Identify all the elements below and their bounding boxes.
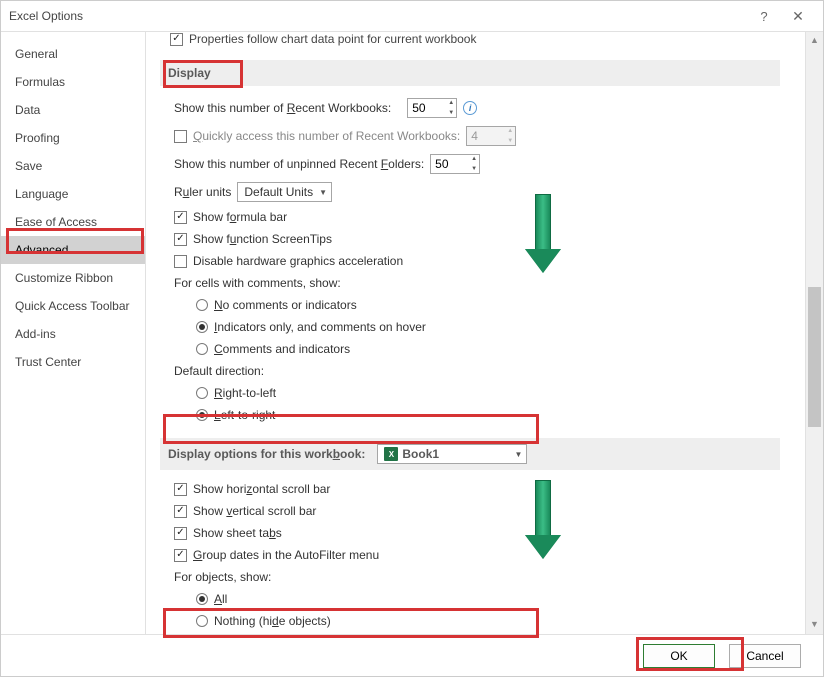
sidebar-item-save[interactable]: Save xyxy=(1,152,145,180)
label-group-dates: Group dates in the AutoFilter menu xyxy=(193,548,379,562)
checkbox-h-scroll[interactable] xyxy=(174,483,187,496)
spinner-recent-workbooks[interactable]: ▲▼ xyxy=(407,98,457,118)
section-display-header: Display xyxy=(160,60,780,86)
spinner-quick-access: ▲▼ xyxy=(466,126,516,146)
label-objects-all: All xyxy=(214,592,227,606)
window-title: Excel Options xyxy=(9,9,747,23)
input-unpinned-folders[interactable] xyxy=(431,157,469,171)
dropdown-workbook[interactable]: X Book1 ▼ xyxy=(377,444,527,464)
spin-down-icon[interactable]: ▼ xyxy=(471,166,477,172)
titlebar: Excel Options ? ✕ xyxy=(1,1,823,31)
checkbox-formula-bar[interactable] xyxy=(174,211,187,224)
label-rtl: Right-to-left xyxy=(214,386,276,400)
label-chart-properties: Properties follow chart data point for c… xyxy=(189,32,476,46)
checkbox-disable-hardware[interactable] xyxy=(174,255,187,268)
scroll-thumb[interactable] xyxy=(808,287,821,427)
radio-ltr[interactable] xyxy=(196,409,208,421)
ok-button[interactable]: OK xyxy=(643,644,715,668)
label-direction-heading: Default direction: xyxy=(174,364,264,378)
sidebar-item-advanced[interactable]: Advanced xyxy=(1,236,145,264)
checkbox-chart-properties[interactable] xyxy=(170,33,183,46)
sidebar-item-quick-access-toolbar[interactable]: Quick Access Toolbar xyxy=(1,292,145,320)
spin-up-icon: ▲ xyxy=(507,128,513,134)
scroll-down-icon[interactable]: ▼ xyxy=(806,616,823,634)
radio-no-comments[interactable] xyxy=(196,299,208,311)
dropdown-workbook-value: Book1 xyxy=(402,447,439,461)
checkbox-v-scroll[interactable] xyxy=(174,505,187,518)
spinner-unpinned-folders[interactable]: ▲▼ xyxy=(430,154,480,174)
label-sheet-tabs: Show sheet tabs xyxy=(193,526,282,540)
radio-objects-all[interactable] xyxy=(196,593,208,605)
dropdown-ruler-units[interactable]: Default Units ▼ xyxy=(237,182,332,202)
checkbox-quick-access[interactable] xyxy=(174,130,187,143)
section-workbook-title: Display options for this workbook: xyxy=(168,447,365,461)
label-comments-heading: For cells with comments, show: xyxy=(174,276,341,290)
sidebar-item-addins[interactable]: Add-ins xyxy=(1,320,145,348)
excel-workbook-icon: X xyxy=(384,447,398,461)
sidebar-item-formulas[interactable]: Formulas xyxy=(1,68,145,96)
scroll-up-icon[interactable]: ▲ xyxy=(806,32,823,50)
radio-rtl[interactable] xyxy=(196,387,208,399)
label-ltr: Left-to-right xyxy=(214,408,275,422)
chevron-down-icon: ▼ xyxy=(319,188,327,197)
dialog-footer: OK Cancel xyxy=(1,634,823,676)
sidebar-item-language[interactable]: Language xyxy=(1,180,145,208)
sidebar-item-proofing[interactable]: Proofing xyxy=(1,124,145,152)
spin-down-icon[interactable]: ▼ xyxy=(448,110,454,116)
label-comments-indicators: Comments and indicators xyxy=(214,342,350,356)
label-indicators-only: Indicators only, and comments on hover xyxy=(214,320,426,334)
checkbox-screentips[interactable] xyxy=(174,233,187,246)
sidebar-item-trust-center[interactable]: Trust Center xyxy=(1,348,145,376)
label-disable-hardware: Disable hardware graphics acceleration xyxy=(193,254,403,268)
sidebar-item-data[interactable]: Data xyxy=(1,96,145,124)
sidebar-item-general[interactable]: General xyxy=(1,40,145,68)
sidebar-item-ease-of-access[interactable]: Ease of Access xyxy=(1,208,145,236)
checkbox-sheet-tabs[interactable] xyxy=(174,527,187,540)
chevron-down-icon: ▼ xyxy=(514,450,522,459)
vertical-scrollbar[interactable]: ▲ ▼ xyxy=(805,32,823,634)
label-recent-workbooks: Show this number of Recent Workbooks: xyxy=(174,101,391,115)
label-h-scroll: Show horizontal scroll bar xyxy=(193,482,330,496)
close-button[interactable]: ✕ xyxy=(781,8,815,25)
label-unpinned-folders: Show this number of unpinned Recent Fold… xyxy=(174,157,424,171)
dropdown-ruler-value: Default Units xyxy=(244,185,313,199)
label-objects-nothing: Nothing (hide objects) xyxy=(214,614,331,628)
spin-up-icon[interactable]: ▲ xyxy=(448,100,454,106)
section-workbook-header: Display options for this workbook: X Boo… xyxy=(160,438,780,470)
input-quick-access xyxy=(467,129,505,143)
radio-indicators-only[interactable] xyxy=(196,321,208,333)
spin-up-icon[interactable]: ▲ xyxy=(471,156,477,162)
input-recent-workbooks[interactable] xyxy=(408,101,446,115)
options-sidebar: General Formulas Data Proofing Save Lang… xyxy=(1,32,146,634)
help-button[interactable]: ? xyxy=(747,9,781,24)
checkbox-group-dates[interactable] xyxy=(174,549,187,562)
info-icon[interactable]: i xyxy=(463,101,477,115)
spin-down-icon: ▼ xyxy=(507,138,513,144)
excel-options-dialog: Excel Options ? ✕ General Formulas Data … xyxy=(0,0,824,677)
label-v-scroll: Show vertical scroll bar xyxy=(193,504,316,518)
radio-comments-indicators[interactable] xyxy=(196,343,208,355)
radio-objects-nothing[interactable] xyxy=(196,615,208,627)
cancel-button[interactable]: Cancel xyxy=(729,644,801,668)
label-screentips: Show function ScreenTips xyxy=(193,232,332,246)
label-objects-heading: For objects, show: xyxy=(174,570,271,584)
sidebar-item-customize-ribbon[interactable]: Customize Ribbon xyxy=(1,264,145,292)
content-panel: Properties follow chart data point for c… xyxy=(146,32,823,634)
label-formula-bar: Show formula bar xyxy=(193,210,287,224)
label-quick-access: Quickly access this number of Recent Wor… xyxy=(193,129,460,143)
label-no-comments: No comments or indicators xyxy=(214,298,357,312)
label-ruler-units: Ruler units xyxy=(174,185,231,199)
